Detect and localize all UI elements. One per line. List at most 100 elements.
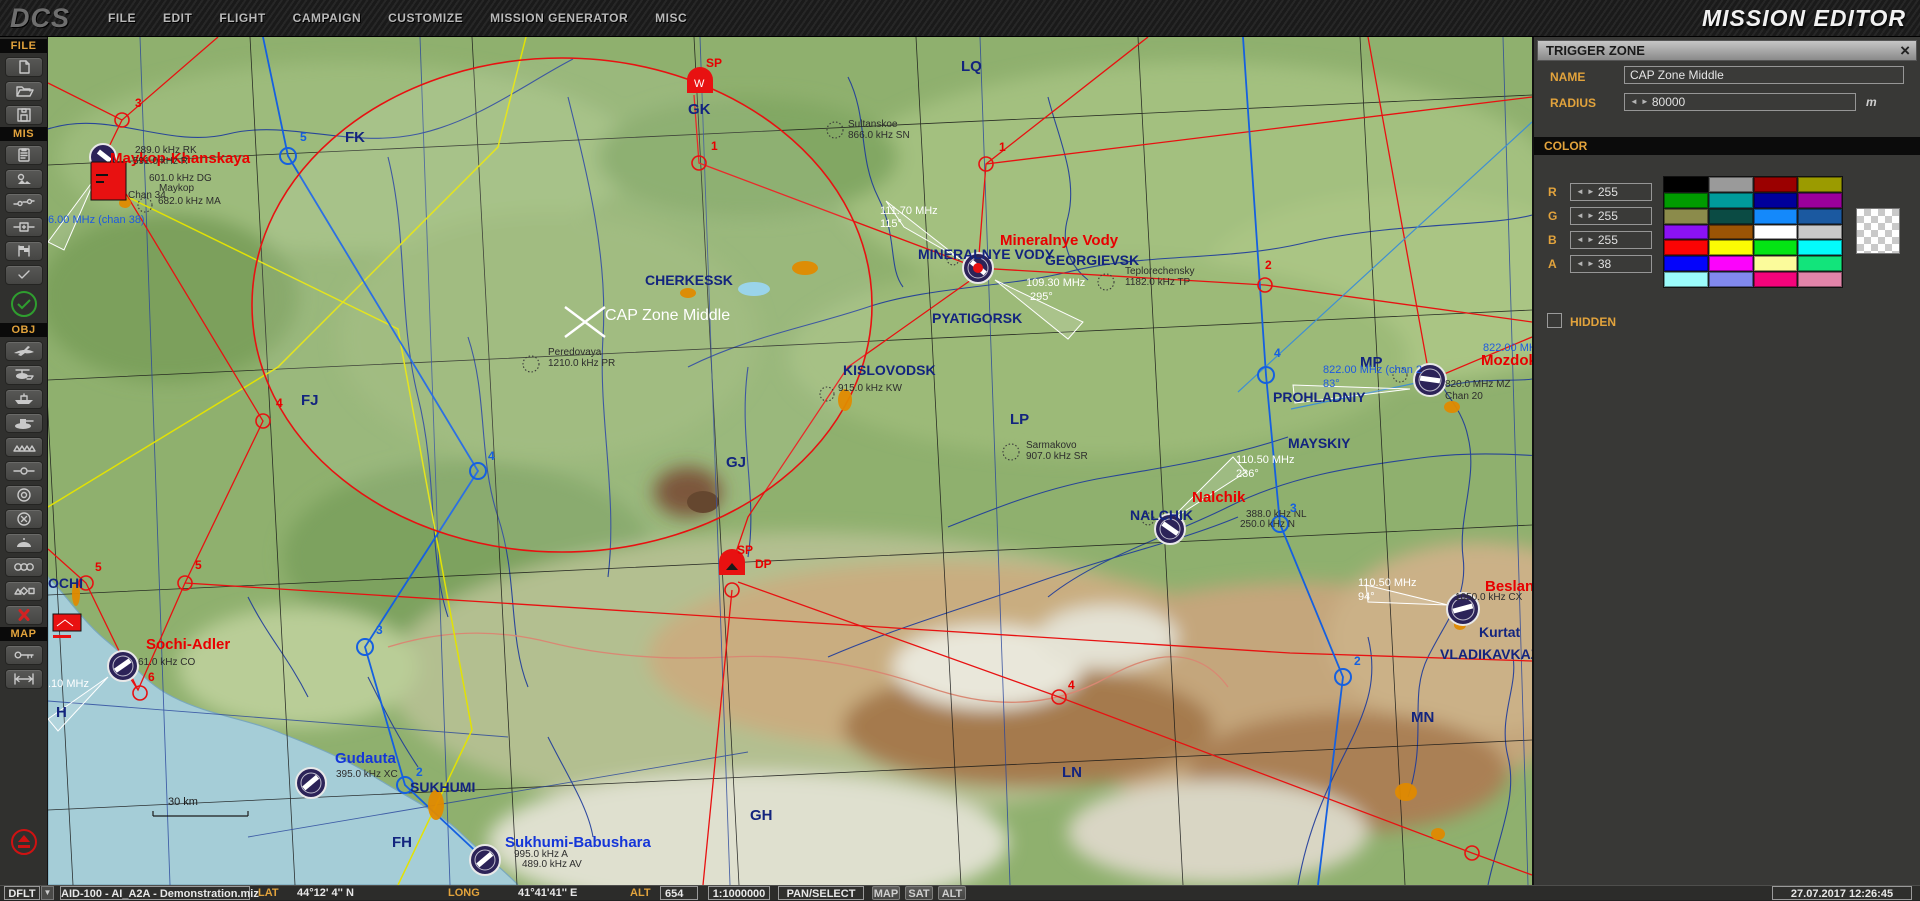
add-template-button[interactable] [5, 437, 43, 457]
briefing-button[interactable] [5, 145, 43, 165]
stepper-left-icon[interactable]: ◄ [1576, 212, 1584, 220]
stepper-left-icon[interactable]: ◄ [1630, 98, 1638, 106]
stepper-right-icon[interactable]: ► [1641, 98, 1649, 106]
cursor-mode[interactable]: PAN/SELECT [778, 886, 864, 900]
channel-stepper[interactable]: ◄►255 [1570, 231, 1652, 249]
menu-campaign[interactable]: CAMPAIGN [293, 11, 361, 25]
channel-stepper[interactable]: ◄►255 [1570, 183, 1652, 201]
open-mission-button[interactable] [5, 81, 43, 101]
draw-shapes-button[interactable] [5, 581, 43, 601]
palette-swatch[interactable] [1754, 209, 1798, 224]
stepper-left-icon[interactable]: ◄ [1576, 260, 1584, 268]
stepper-right-icon[interactable]: ► [1587, 260, 1595, 268]
map-label: Sultanskoe [848, 119, 898, 130]
stepper-left-icon[interactable]: ◄ [1576, 236, 1584, 244]
panel-titlebar[interactable]: TRIGGER ZONE × [1537, 40, 1917, 61]
radius-stepper[interactable]: ◄ ► 80000 [1624, 93, 1856, 111]
close-icon[interactable]: × [1900, 41, 1910, 60]
exit-eject-icon[interactable] [11, 829, 37, 855]
menu-flight[interactable]: FLIGHT [219, 11, 265, 25]
route-tool-button[interactable] [5, 193, 43, 213]
palette-swatch[interactable] [1754, 225, 1798, 240]
view-button-sat[interactable]: SAT [905, 886, 933, 900]
new-mission-button[interactable] [5, 57, 43, 77]
map-label: 915.0 kHz KW [838, 383, 902, 394]
mission-check-button[interactable] [5, 265, 43, 285]
alt-value: 654 [660, 886, 698, 900]
section-file: FILE [0, 39, 47, 53]
validate-check-icon[interactable] [11, 291, 37, 317]
channel-stepper[interactable]: ◄►255 [1570, 207, 1652, 225]
color-preview-swatch[interactable] [1856, 208, 1900, 254]
radius-label: RADIUS [1550, 96, 1596, 110]
palette-swatch[interactable] [1709, 177, 1753, 192]
palette-swatch[interactable] [1798, 240, 1842, 255]
palette-swatch[interactable] [1709, 240, 1753, 255]
add-trigger-zone-button[interactable] [5, 485, 43, 505]
palette-swatch[interactable] [1754, 272, 1798, 287]
palette-swatch[interactable] [1664, 272, 1708, 287]
palette-swatch[interactable] [1798, 225, 1842, 240]
hidden-checkbox[interactable] [1547, 313, 1562, 328]
map-label: DP [755, 557, 772, 571]
zone-name-input[interactable] [1624, 66, 1904, 84]
group-tool-button[interactable] [5, 557, 43, 577]
palette-swatch[interactable] [1664, 177, 1708, 192]
hidden-label: HIDDEN [1570, 315, 1616, 329]
palette-swatch[interactable] [1709, 272, 1753, 287]
palette-swatch[interactable] [1709, 225, 1753, 240]
palette-swatch[interactable] [1664, 240, 1708, 255]
menu-misc[interactable]: MISC [655, 11, 687, 25]
stepper-right-icon[interactable]: ► [1587, 188, 1595, 196]
long-label: LONG [448, 886, 480, 900]
palette-swatch[interactable] [1754, 177, 1798, 192]
map-label: 866.0 kHz SN [848, 130, 910, 141]
menu-mission-generator[interactable]: MISSION GENERATOR [490, 11, 628, 25]
menu-edit[interactable]: EDIT [163, 11, 192, 25]
palette-swatch[interactable] [1709, 209, 1753, 224]
add-helicopter-button[interactable] [5, 365, 43, 385]
add-ship-button[interactable] [5, 389, 43, 409]
open-mission-icon [12, 83, 36, 99]
palette-swatch[interactable] [1664, 209, 1708, 224]
remove-zone-button[interactable] [5, 509, 43, 529]
map-key-button[interactable] [5, 645, 43, 665]
palette-swatch[interactable] [1754, 193, 1798, 208]
menu-file[interactable]: FILE [108, 11, 136, 25]
view-button-map[interactable]: MAP [872, 886, 900, 900]
map-canvas[interactable]: FKLQGKFJGJLPMPLNMNGHFHHCHERKESSKPYATIGOR… [48, 37, 1532, 885]
distance-tool-button[interactable] [5, 669, 43, 689]
stepper-right-icon[interactable]: ► [1587, 236, 1595, 244]
stepper-left-icon[interactable]: ◄ [1576, 188, 1584, 196]
palette-swatch[interactable] [1754, 256, 1798, 271]
palette-swatch[interactable] [1798, 209, 1842, 224]
palette-swatch[interactable] [1664, 193, 1708, 208]
palette-swatch[interactable] [1754, 240, 1798, 255]
palette-swatch[interactable] [1798, 193, 1842, 208]
alt-label: ALT [630, 886, 651, 900]
layer-select[interactable]: DFLT [4, 886, 40, 900]
palette-swatch[interactable] [1664, 256, 1708, 271]
goal-flags-button[interactable] [5, 241, 43, 261]
mission-options-button[interactable] [5, 217, 43, 237]
palette-swatch[interactable] [1798, 272, 1842, 287]
add-airplane-button[interactable] [5, 341, 43, 361]
delete-object-button[interactable] [5, 605, 43, 625]
zone-remove-icon [12, 511, 36, 527]
palette-swatch[interactable] [1798, 256, 1842, 271]
lat-label: LAT [258, 886, 279, 900]
add-static-object-button[interactable] [5, 533, 43, 553]
palette-swatch[interactable] [1664, 225, 1708, 240]
palette-swatch[interactable] [1709, 256, 1753, 271]
save-mission-button[interactable] [5, 105, 43, 125]
layer-dropdown-icon[interactable]: ▼ [41, 886, 54, 900]
menu-customize[interactable]: CUSTOMIZE [388, 11, 463, 25]
palette-swatch[interactable] [1709, 193, 1753, 208]
weather-button[interactable] [5, 169, 43, 189]
channel-stepper[interactable]: ◄►38 [1570, 255, 1652, 273]
view-button-alt[interactable]: ALT [938, 886, 966, 900]
stepper-right-icon[interactable]: ► [1587, 212, 1595, 220]
add-waypoint-button[interactable] [5, 461, 43, 481]
palette-swatch[interactable] [1798, 177, 1842, 192]
add-vehicle-button[interactable] [5, 413, 43, 433]
